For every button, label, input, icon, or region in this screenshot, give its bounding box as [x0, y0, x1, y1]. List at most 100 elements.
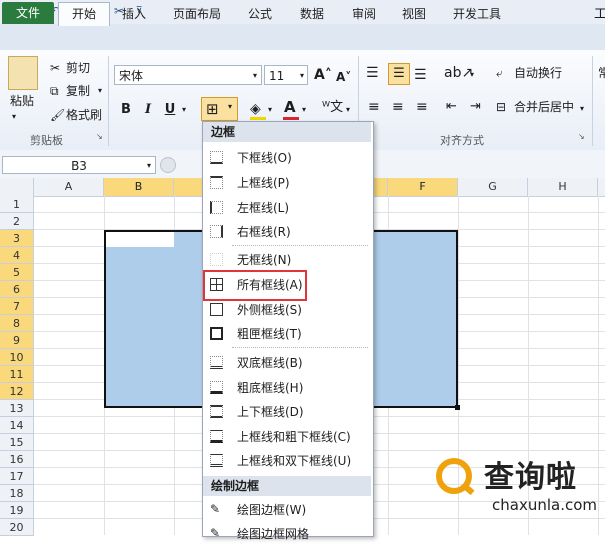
row-header[interactable]: 6 — [0, 281, 34, 298]
align-center-icon[interactable]: ≡ — [392, 98, 404, 116]
column-header-h[interactable]: H — [528, 178, 598, 196]
menu-item-no-border[interactable]: 无框线(N) — [203, 248, 371, 272]
formula-bar-handle[interactable] — [160, 157, 176, 173]
phonetic-guide-icon[interactable]: ᵂ文 — [322, 99, 343, 117]
menu-item-top-double-bottom-border[interactable]: 上框线和双下框线(U) — [203, 449, 371, 473]
tab-formulas[interactable]: 公式 — [240, 4, 280, 24]
grid-pencil-icon: ✎ — [210, 526, 221, 540]
phonetic-dropdown-icon[interactable]: ▾ — [346, 101, 350, 119]
row-header[interactable]: 8 — [0, 315, 34, 332]
group-divider — [108, 56, 109, 146]
italic-button[interactable]: I — [138, 100, 158, 120]
tab-data[interactable]: 数据 — [292, 4, 332, 24]
wrap-text-button[interactable]: 自动换行 — [514, 64, 562, 82]
paste-icon[interactable] — [8, 56, 38, 90]
copy-button[interactable]: 复制 — [66, 82, 90, 100]
row-header[interactable]: 12 — [0, 383, 34, 400]
fill-color-icon[interactable]: ◈ — [250, 100, 261, 118]
merge-dropdown-icon[interactable]: ▾ — [580, 100, 584, 118]
row-header[interactable]: 16 — [0, 451, 34, 468]
tab-file[interactable]: 文件 — [2, 2, 54, 24]
row-header[interactable]: 9 — [0, 332, 34, 349]
menu-separator — [232, 347, 368, 349]
row-header[interactable]: 7 — [0, 298, 34, 315]
clipboard-launcher-icon[interactable]: ↘ — [96, 132, 103, 141]
tab-review[interactable]: 审阅 — [344, 4, 384, 24]
row-header[interactable]: 19 — [0, 502, 34, 519]
menu-item-top-bottom-border[interactable]: 上下框线(D) — [203, 400, 371, 424]
menu-item-bottom-border[interactable]: 下框线(O) — [203, 146, 371, 170]
menu-item-thick-box-border[interactable]: 粗匣框线(T) — [203, 322, 371, 346]
column-header-g[interactable]: G — [458, 178, 528, 196]
menu-item-bottom-double-border[interactable]: 双底框线(B) — [203, 351, 371, 375]
tab-insert[interactable]: 插入 — [114, 4, 154, 24]
align-right-icon[interactable]: ≡ — [416, 98, 428, 116]
font-color-dropdown-icon[interactable]: ▾ — [302, 101, 306, 119]
fill-color-dropdown-icon[interactable]: ▾ — [268, 101, 272, 119]
row-header[interactable]: 1 — [0, 196, 34, 213]
alignment-launcher-icon[interactable]: ↘ — [578, 132, 585, 141]
cut-icon[interactable]: ✂ — [50, 59, 60, 77]
grow-font-icon[interactable]: A˄ — [314, 66, 332, 84]
copy-icon[interactable]: ⧉ — [50, 82, 59, 100]
menu-item-draw-border-grid[interactable]: ✎ 绘图边框网格 — [203, 522, 371, 546]
format-painter-button[interactable]: 格式刷 — [66, 106, 102, 124]
fill-handle[interactable] — [455, 405, 460, 410]
tab-page-layout[interactable]: 页面布局 — [164, 4, 230, 24]
wrap-text-icon[interactable]: ⤶ — [496, 64, 503, 82]
shrink-font-icon[interactable]: A˅ — [336, 68, 351, 86]
underline-button[interactable]: U — [160, 100, 180, 120]
merge-center-button[interactable]: 合并后居中 — [514, 98, 574, 116]
decrease-indent-icon[interactable]: ⇤ — [446, 98, 457, 116]
merge-center-icon[interactable]: ⊟ — [496, 98, 506, 116]
select-all-corner[interactable] — [0, 178, 34, 196]
align-bottom-icon[interactable]: ☰ — [414, 66, 427, 84]
row-header[interactable]: 13 — [0, 400, 34, 417]
copy-dropdown-icon[interactable]: ▾ — [98, 82, 102, 100]
active-cell[interactable] — [106, 232, 174, 247]
borders-button[interactable]: ⊞ ▾ — [201, 97, 238, 121]
row-header[interactable]: 10 — [0, 349, 34, 366]
row-header[interactable]: 11 — [0, 366, 34, 383]
cut-button[interactable]: 剪切 — [66, 59, 90, 77]
name-box[interactable]: B3 ▾ — [2, 156, 156, 174]
row-header[interactable]: 17 — [0, 468, 34, 485]
increase-indent-icon[interactable]: ⇥ — [470, 98, 481, 116]
bold-button[interactable]: B — [116, 100, 136, 120]
number-format-select[interactable]: 常 — [598, 64, 605, 82]
menu-item-draw-border[interactable]: ✎ 绘图边框(W) — [203, 498, 371, 522]
top-border-icon — [210, 176, 223, 189]
column-header-a[interactable]: A — [34, 178, 104, 196]
format-painter-icon[interactable]: 🖌 — [50, 106, 65, 124]
row-header[interactable]: 4 — [0, 247, 34, 264]
font-size-select[interactable]: 11 ▾ — [264, 65, 308, 85]
paste-dropdown-icon[interactable]: ▾ — [12, 108, 16, 126]
row-header[interactable]: 2 — [0, 213, 34, 230]
group-divider — [592, 56, 593, 146]
tab-home[interactable]: 开始 — [58, 2, 110, 26]
orientation-icon[interactable]: ab↗ — [444, 64, 473, 82]
column-header-b[interactable]: B — [104, 178, 174, 196]
menu-item-top-thick-bottom-border[interactable]: 上框线和粗下框线(C) — [203, 425, 371, 449]
menu-item-right-border[interactable]: 右框线(R) — [203, 220, 371, 244]
menu-item-left-border[interactable]: 左框线(L) — [203, 196, 371, 220]
font-color-icon[interactable]: A — [284, 98, 296, 116]
underline-dropdown-icon[interactable]: ▾ — [182, 101, 186, 119]
orientation-dropdown-icon[interactable]: ▾ — [470, 66, 474, 84]
row-header[interactable]: 15 — [0, 434, 34, 451]
row-header[interactable]: 14 — [0, 417, 34, 434]
font-name-select[interactable]: 宋体 ▾ — [114, 65, 262, 85]
row-header[interactable]: 3 — [0, 230, 34, 247]
menu-item-outside-borders[interactable]: 外侧框线(S) — [203, 298, 371, 322]
row-header[interactable]: 18 — [0, 485, 34, 502]
menu-item-top-border[interactable]: 上框线(P) — [203, 171, 371, 195]
menu-item-thick-bottom-border[interactable]: 粗底框线(H) — [203, 376, 371, 400]
tab-view[interactable]: 视图 — [394, 4, 434, 24]
tab-developer[interactable]: 开发工具 — [446, 4, 508, 24]
row-header[interactable]: 5 — [0, 264, 34, 281]
row-header[interactable]: 20 — [0, 519, 34, 536]
column-header-f[interactable]: F — [388, 178, 458, 196]
align-middle-icon[interactable]: ☰ — [388, 63, 410, 85]
align-top-icon[interactable]: ☰ — [366, 64, 379, 82]
align-left-icon[interactable]: ≡ — [368, 98, 380, 116]
